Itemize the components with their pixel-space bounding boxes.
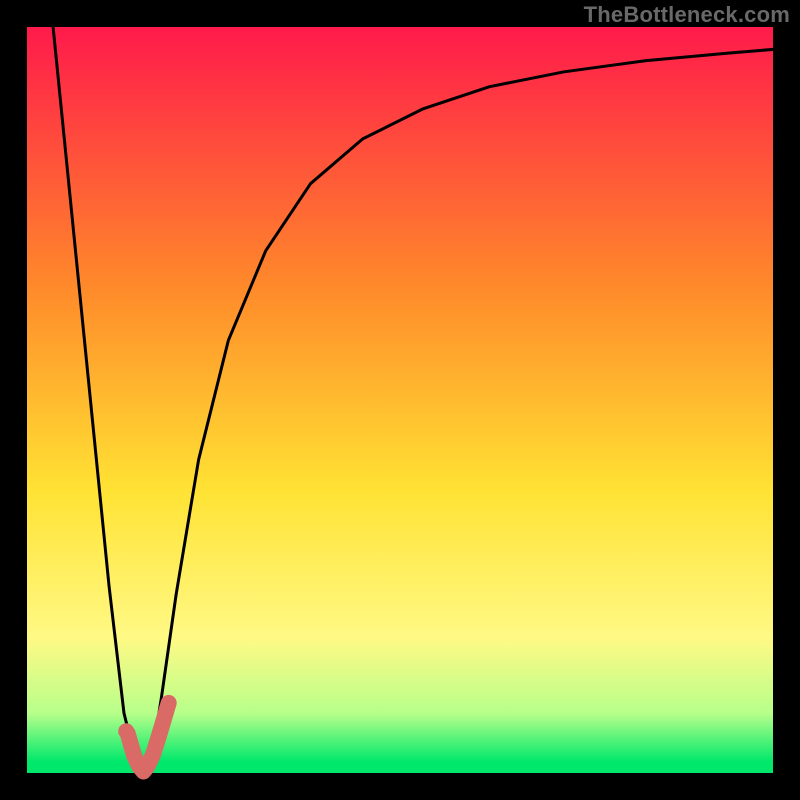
chart-frame: { "watermark": "TheBottleneck.com", "col… bbox=[0, 0, 800, 800]
plot-background bbox=[27, 27, 773, 773]
bottleneck-chart bbox=[0, 0, 800, 800]
optimal-point-dot bbox=[118, 723, 134, 739]
watermark-text: TheBottleneck.com bbox=[584, 2, 790, 28]
